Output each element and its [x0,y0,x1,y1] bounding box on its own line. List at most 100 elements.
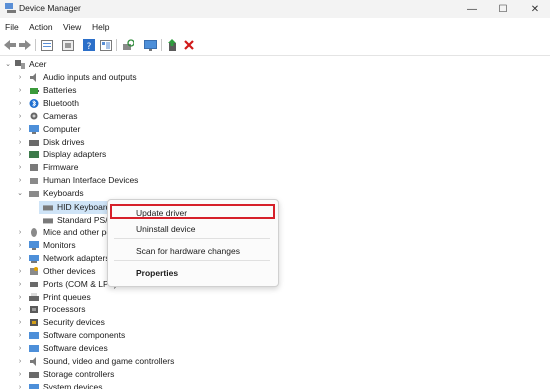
maximize-button[interactable]: ☐ [488,0,518,18]
other-devices-icon [30,267,38,275]
monitor-icon [143,39,157,51]
chevron-right-icon[interactable]: › [16,316,24,329]
chevron-right-icon[interactable]: › [16,97,24,110]
menu-separator [114,238,270,239]
chevron-right-icon[interactable]: › [16,71,24,84]
sound-icon [30,357,36,366]
monitor-button[interactable] [143,38,157,52]
port-icon [30,282,38,287]
chevron-right-icon[interactable]: › [16,161,24,174]
update-driver-button[interactable] [166,38,180,52]
tree-category-row[interactable]: › Processors [0,303,540,316]
toolbar-separator [161,39,162,51]
category-label: Bluetooth [43,98,79,108]
menu-view[interactable]: View [63,22,81,32]
tree-category-row[interactable]: › Display adapters [0,148,540,161]
category-label: Batteries [43,85,77,95]
chevron-right-icon[interactable]: › [16,329,24,342]
properties-icon [41,39,53,51]
keyboard-icon [43,205,53,211]
toolbar: ? [0,35,550,56]
security-icon [30,319,38,326]
tree-category-row[interactable]: › Bluetooth [0,97,540,110]
back-button[interactable] [3,38,17,52]
chevron-right-icon[interactable]: › [16,110,24,123]
tree-category-row[interactable]: › Software devices [0,342,540,355]
view-button[interactable] [99,38,113,52]
storage-icon [29,372,39,378]
category-label: Monitors [43,240,76,250]
keyboard-icon [29,191,39,197]
minimize-button[interactable]: — [457,0,487,18]
category-label: Cameras [43,111,78,121]
computer-icon [15,60,25,69]
chevron-right-icon[interactable]: › [16,84,24,97]
computer-icon [29,125,39,134]
tree-root[interactable]: ⌄ Acer [0,58,540,71]
category-label: Display adapters [43,149,107,159]
uninstall-button[interactable] [182,38,196,52]
category-label: Mice and other po [43,227,112,237]
chevron-right-icon[interactable]: › [16,303,24,316]
chevron-right-icon[interactable]: › [16,381,24,389]
tree-category-row[interactable]: › Audio inputs and outputs [0,71,540,84]
category-label: Software devices [43,343,108,353]
chevron-right-icon[interactable]: › [16,174,24,187]
battery-icon [30,88,39,94]
tree-category-row[interactable]: › Storage controllers [0,368,540,381]
show-hidden-button[interactable] [61,38,75,52]
printer-icon [29,293,39,301]
category-label: Ports (COM & LPT) [43,279,117,289]
close-icon: ✕ [530,3,540,15]
highlight-box [110,204,275,219]
tree-category-row[interactable]: › Firmware [0,161,540,174]
uninstall-icon [184,40,194,50]
menu-scan-hardware[interactable]: Scan for hardware changes [136,246,240,256]
context-menu: Update driver Uninstall device Scan for … [107,199,279,287]
tree-category-row[interactable]: › Computer [0,123,540,136]
category-label: Human Interface Devices [43,175,139,185]
chevron-down-icon[interactable]: ⌄ [16,187,24,200]
toolbar-separator [35,39,36,51]
chevron-right-icon[interactable]: › [16,368,24,381]
properties-button[interactable] [40,38,54,52]
menu-file[interactable]: File [5,22,19,32]
minimize-icon: — [467,3,477,15]
tree-category-row[interactable]: › Batteries [0,84,540,97]
help-icon: ? [83,39,95,51]
chevron-right-icon[interactable]: › [16,148,24,161]
chevron-right-icon[interactable]: › [16,355,24,368]
display-adapter-icon [29,151,39,158]
tree-category-row[interactable]: › Security devices [0,316,540,329]
tree-category-row[interactable]: › Sound, video and game controllers [0,355,540,368]
menu-help[interactable]: Help [92,22,109,32]
chevron-right-icon[interactable]: › [16,123,24,136]
tree-category-row[interactable]: › System devices [0,381,540,389]
chevron-down-icon[interactable]: ⌄ [4,58,12,71]
tree-category-row[interactable]: › Software components [0,329,540,342]
scan-hardware-button[interactable] [121,38,135,52]
chevron-right-icon[interactable]: › [16,252,24,265]
category-label: Print queues [43,292,91,302]
chevron-right-icon[interactable]: › [16,342,24,355]
menu-uninstall-device[interactable]: Uninstall device [136,224,196,234]
chevron-right-icon[interactable]: › [16,239,24,252]
tree-category-row[interactable]: › Human Interface Devices [0,174,540,187]
firmware-icon [30,164,38,171]
chevron-right-icon[interactable]: › [16,265,24,278]
help-button[interactable]: ? [82,38,96,52]
chevron-right-icon[interactable]: › [16,226,24,239]
scan-hardware-icon [123,39,134,50]
menu-action[interactable]: Action [29,22,53,32]
menu-properties[interactable]: Properties [136,268,178,278]
category-label: Audio inputs and outputs [43,72,137,82]
chevron-right-icon[interactable]: › [16,278,24,291]
forward-icon [19,40,31,50]
title-bar: Device Manager — ☐ ✕ [0,0,550,18]
system-icon [29,384,39,389]
window-title: Device Manager [19,3,81,13]
category-label: Security devices [43,317,105,327]
forward-button[interactable] [18,38,32,52]
tree-category-row[interactable]: › Cameras [0,110,540,123]
close-button[interactable]: ✕ [520,0,550,18]
